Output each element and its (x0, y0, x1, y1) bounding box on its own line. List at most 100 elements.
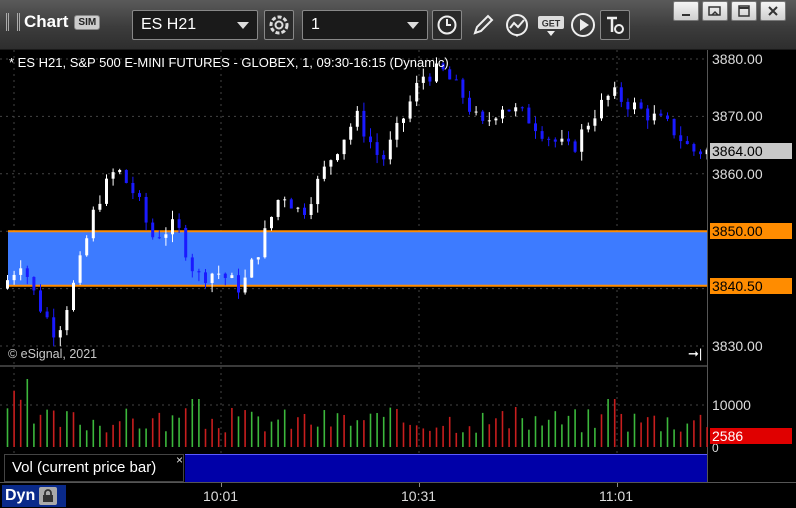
time-tick (617, 483, 618, 487)
candle-body (448, 69, 452, 80)
candle-body (639, 102, 643, 109)
candle-body (336, 154, 339, 161)
maximize-button[interactable] (731, 1, 757, 21)
candle-body (144, 196, 148, 223)
candle-body (105, 178, 108, 204)
candle-body (230, 275, 234, 278)
candle-body (138, 193, 141, 197)
dynamic-mode-label: Dyn (5, 487, 36, 504)
candle-body (303, 207, 306, 215)
zone-low-tag[interactable]: 3840.50 (710, 278, 792, 294)
candle-body (349, 126, 353, 140)
candle-body (494, 118, 498, 121)
candle-body (157, 237, 161, 239)
candle-body (501, 109, 504, 119)
volume-study-title: Vol (current price bar) (12, 459, 157, 476)
volume-chart-canvas[interactable] (0, 367, 708, 453)
window-controls (673, 1, 786, 21)
candle-body (329, 160, 333, 167)
get-data-button[interactable]: GET (536, 10, 566, 40)
link-gear-icon (269, 15, 289, 35)
link-gear-button[interactable] (264, 10, 294, 40)
time-axis[interactable]: Dyn 10:01 10:31 11:01 (0, 482, 796, 508)
candle-body (263, 228, 267, 258)
candle-body (428, 76, 432, 82)
restore-icon (708, 6, 721, 16)
scroll-to-end-icon[interactable]: ➞| (688, 346, 702, 362)
drag-grip-icon[interactable] (6, 13, 20, 31)
candle-body (124, 170, 128, 183)
candle-body (45, 311, 49, 318)
candle-body (131, 182, 135, 194)
candle-body (487, 120, 491, 122)
study-bar-area (185, 454, 707, 482)
candle-body (276, 200, 280, 217)
draw-tool-button[interactable] (468, 10, 498, 40)
trade-button[interactable] (600, 10, 630, 40)
volume-pane[interactable]: 10000 0 2586 Vol (current price bar) × (0, 367, 796, 482)
candle-body (190, 257, 194, 272)
studies-button[interactable] (502, 10, 532, 40)
symbol-input[interactable]: ES H21 (132, 10, 258, 40)
candle-body (408, 101, 412, 119)
price-zone (8, 231, 708, 286)
price-axis-label: 3880.00 (712, 51, 763, 67)
close-button[interactable] (760, 1, 786, 21)
candle-body (111, 172, 115, 179)
get-icon: GET (538, 16, 564, 36)
candle-body (593, 118, 597, 126)
restore-button[interactable] (702, 1, 728, 21)
candle-body (646, 108, 650, 121)
minimize-button[interactable] (673, 1, 699, 21)
dynamic-mode-button[interactable]: Dyn (2, 485, 66, 507)
candle-body (395, 122, 399, 140)
candle-body (699, 151, 702, 155)
candle-body (91, 209, 95, 239)
candle-body (309, 204, 313, 215)
candle-body (685, 141, 689, 145)
price-axis-label: 3870.00 (712, 108, 763, 124)
volume-study-label[interactable]: Vol (current price bar) × (4, 453, 184, 482)
candle-body (652, 113, 656, 121)
price-chart-canvas[interactable] (0, 50, 708, 366)
candle-body (547, 138, 551, 140)
candle-body (692, 144, 696, 152)
candle-body (197, 271, 201, 273)
candle-body (672, 118, 676, 136)
candle-body (586, 125, 590, 130)
candle-body (402, 118, 405, 123)
candle-body (52, 317, 56, 338)
candle-body (78, 255, 82, 283)
zone-high-tag[interactable]: 3850.00 (710, 223, 792, 239)
candle-body (19, 268, 23, 275)
lock-icon[interactable] (39, 487, 58, 505)
sim-badge: SIM (74, 14, 101, 30)
interval-input[interactable]: 1 (302, 10, 428, 40)
close-study-icon[interactable]: × (176, 453, 183, 467)
close-icon (768, 6, 778, 16)
candle-body (600, 99, 603, 119)
candle-body (223, 273, 227, 278)
candle-body (6, 280, 9, 289)
candle-body (316, 178, 320, 205)
maximize-icon (738, 5, 750, 17)
candle-body (481, 111, 485, 121)
time-label: 10:01 (203, 488, 239, 504)
candle-body (560, 138, 564, 142)
candle-body (540, 131, 544, 139)
chevron-down-icon[interactable] (237, 22, 249, 29)
replay-button[interactable] (568, 10, 598, 40)
time-template-button[interactable] (432, 10, 462, 40)
candle-body (118, 170, 122, 173)
candle-body (237, 275, 240, 293)
candle-body (151, 222, 155, 238)
candle-body (39, 290, 42, 312)
candle-body (32, 276, 36, 291)
chevron-down-icon[interactable] (407, 22, 419, 29)
candle-body (25, 268, 29, 277)
candle-body (633, 102, 636, 110)
candle-body (520, 107, 524, 109)
price-chart-pane[interactable]: * ES H21, S&P 500 E-MINI FUTURES - GLOBE… (0, 50, 796, 366)
candle-body (296, 207, 300, 209)
candle-body (613, 87, 617, 96)
